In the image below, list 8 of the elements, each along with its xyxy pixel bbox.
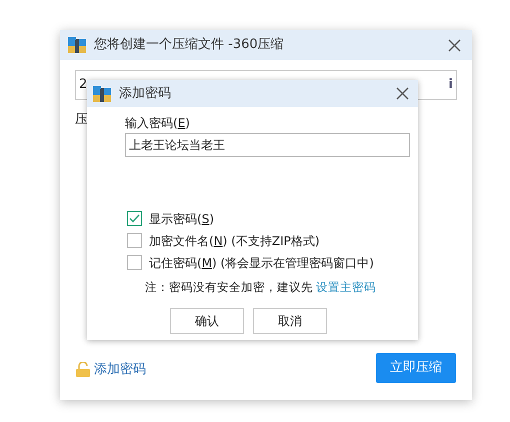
password-label: 输入密码(E) xyxy=(125,115,191,132)
checkbox-label: 显示密码(S) xyxy=(149,210,214,228)
dialog-title: 添加密码 xyxy=(119,84,171,103)
checkbox-label: 加密文件名(N) (不支持ZIP格式) xyxy=(149,232,320,250)
checkbox-label: 记住密码(M) (将会显示在管理密码窗口中) xyxy=(149,254,374,272)
hint-text: 注：密码没有安全加密，建议先 xyxy=(145,279,313,296)
window-title: 您将创建一个压缩文件 -360压缩 xyxy=(94,36,284,54)
option-label: 压 xyxy=(75,111,88,129)
